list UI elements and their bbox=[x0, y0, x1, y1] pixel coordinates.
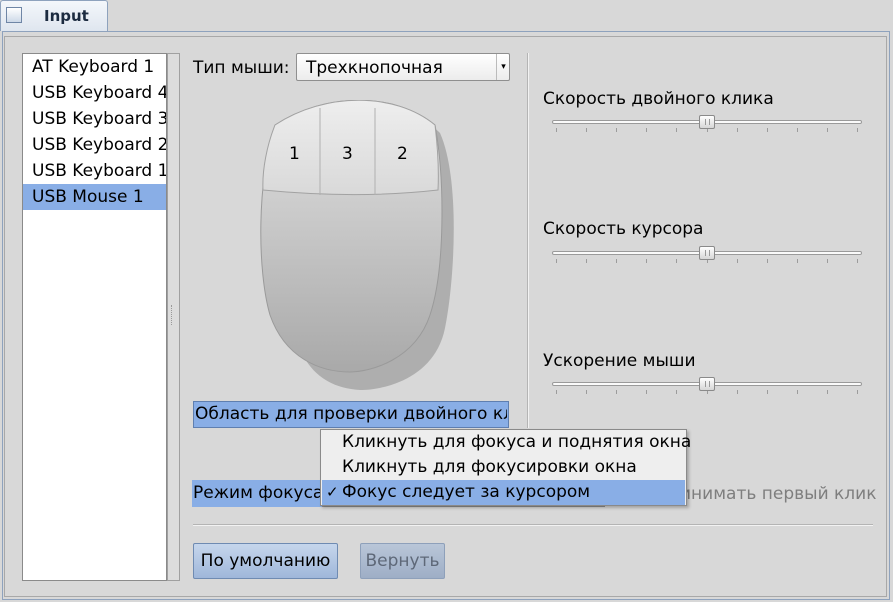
slider-tick bbox=[586, 259, 587, 263]
device-list-item[interactable]: USB Keyboard 2 bbox=[23, 132, 166, 158]
mouse-button-3-label: 3 bbox=[342, 144, 353, 164]
splitter-grip-icon bbox=[171, 305, 175, 325]
device-list-item[interactable]: USB Mouse 1 bbox=[23, 184, 166, 210]
slider-tick bbox=[797, 259, 798, 263]
focus-mode-label: Режим фокуса: bbox=[193, 483, 330, 503]
mouse-button-2-label: 2 bbox=[397, 144, 408, 164]
chevron-down-icon: ▾ bbox=[496, 54, 510, 80]
slider-tick bbox=[586, 128, 587, 132]
focus-mode-dropdown[interactable]: Кликнуть для фокуса и поднятия окна Кликн… bbox=[320, 429, 691, 506]
slider-tick bbox=[556, 259, 557, 263]
slider-tick bbox=[737, 390, 738, 394]
slider-tick bbox=[676, 128, 677, 132]
vertical-separator bbox=[527, 53, 529, 428]
device-list-item[interactable]: USB Keyboard 3 bbox=[23, 106, 166, 132]
device-list-item[interactable]: AT Keyboard 1 bbox=[23, 54, 166, 80]
double-click-test-label: Область для проверки двойного клика bbox=[195, 404, 507, 424]
slider-tick bbox=[797, 390, 798, 394]
window-icon bbox=[6, 7, 22, 23]
slider-tick bbox=[646, 259, 647, 263]
cursor-speed-label: Скорость курсора bbox=[543, 219, 704, 239]
horizontal-separator bbox=[193, 524, 873, 526]
slider-tick bbox=[797, 128, 798, 132]
default-button[interactable]: По умолчанию bbox=[193, 543, 338, 579]
revert-button[interactable]: Вернуть bbox=[360, 543, 445, 579]
slider-tick bbox=[556, 128, 557, 132]
slider-tick bbox=[767, 259, 768, 263]
double-click-speed-label: Скорость двойного клика bbox=[543, 89, 774, 109]
slider-tick bbox=[857, 259, 858, 263]
mouse-type-value: Трехкнопочная bbox=[306, 58, 443, 78]
tab-title: Input bbox=[44, 7, 89, 25]
slider-tick bbox=[827, 259, 828, 263]
focus-mode-option[interactable]: Кликнуть для фокуса и поднятия окна bbox=[322, 430, 691, 455]
device-list-item[interactable]: USB Keyboard 4 bbox=[23, 80, 166, 106]
focus-mode-option-label: Кликнуть для фокуса и поднятия окна bbox=[342, 432, 692, 452]
slider-tick bbox=[857, 390, 858, 394]
focus-mode-option-label: Фокус следует за курсором bbox=[342, 482, 591, 502]
cursor-speed-slider[interactable] bbox=[699, 246, 715, 260]
slider-tick bbox=[857, 128, 858, 132]
slider-tick bbox=[737, 128, 738, 132]
mouse-type-label: Тип мыши: bbox=[193, 58, 290, 78]
mouse-acceleration-slider[interactable] bbox=[699, 377, 715, 391]
slider-tick bbox=[556, 390, 557, 394]
slider-tick bbox=[586, 390, 587, 394]
slider-tick bbox=[616, 259, 617, 263]
slider-tick bbox=[767, 390, 768, 394]
check-icon: ✓ bbox=[326, 483, 339, 501]
mouse-button-1-label: 1 bbox=[289, 144, 300, 164]
mouse-acceleration-label: Ускорение мыши bbox=[543, 351, 696, 371]
mouse-illustration bbox=[260, 100, 454, 390]
slider-tick bbox=[676, 259, 677, 263]
double-click-speed-slider[interactable] bbox=[699, 115, 715, 129]
slider-tick bbox=[827, 390, 828, 394]
first-click-label: инимать первый клик bbox=[680, 484, 877, 504]
focus-mode-option[interactable]: Кликнуть для фокусировки окна bbox=[322, 455, 685, 480]
device-list-item[interactable]: USB Keyboard 1 bbox=[23, 158, 166, 184]
slider-tick bbox=[616, 128, 617, 132]
slider-tick bbox=[676, 390, 677, 394]
focus-mode-option-label: Кликнуть для фокусировки окна bbox=[342, 457, 637, 477]
slider-tick bbox=[827, 128, 828, 132]
slider-tick bbox=[616, 390, 617, 394]
slider-tick bbox=[646, 390, 647, 394]
slider-tick bbox=[646, 128, 647, 132]
device-list[interactable]: AT Keyboard 1 USB Keyboard 4 USB Keyboard … bbox=[22, 53, 167, 581]
slider-tick bbox=[767, 128, 768, 132]
focus-mode-option[interactable]: ✓ Фокус следует за курсором bbox=[322, 480, 685, 505]
slider-tick bbox=[737, 259, 738, 263]
